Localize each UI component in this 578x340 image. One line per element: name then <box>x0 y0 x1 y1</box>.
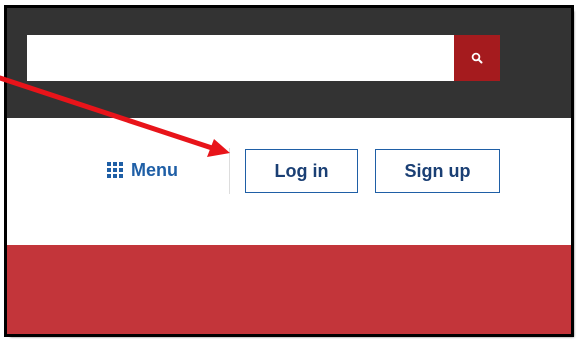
login-label: Log in <box>274 160 329 181</box>
menu-button[interactable]: Menu <box>107 158 178 182</box>
search-input[interactable] <box>27 35 454 81</box>
red-banner <box>7 245 571 334</box>
nav-divider <box>229 148 230 194</box>
search-button[interactable] <box>454 35 500 81</box>
menu-label: Menu <box>131 159 178 180</box>
top-bar <box>7 8 571 118</box>
signup-button[interactable]: Sign up <box>375 149 500 193</box>
search-icon <box>471 52 483 64</box>
grid-icon <box>107 162 123 178</box>
screenshot-frame: Menu Log in Sign up <box>4 5 574 337</box>
login-button[interactable]: Log in <box>245 149 358 193</box>
signup-label: Sign up <box>404 160 471 181</box>
